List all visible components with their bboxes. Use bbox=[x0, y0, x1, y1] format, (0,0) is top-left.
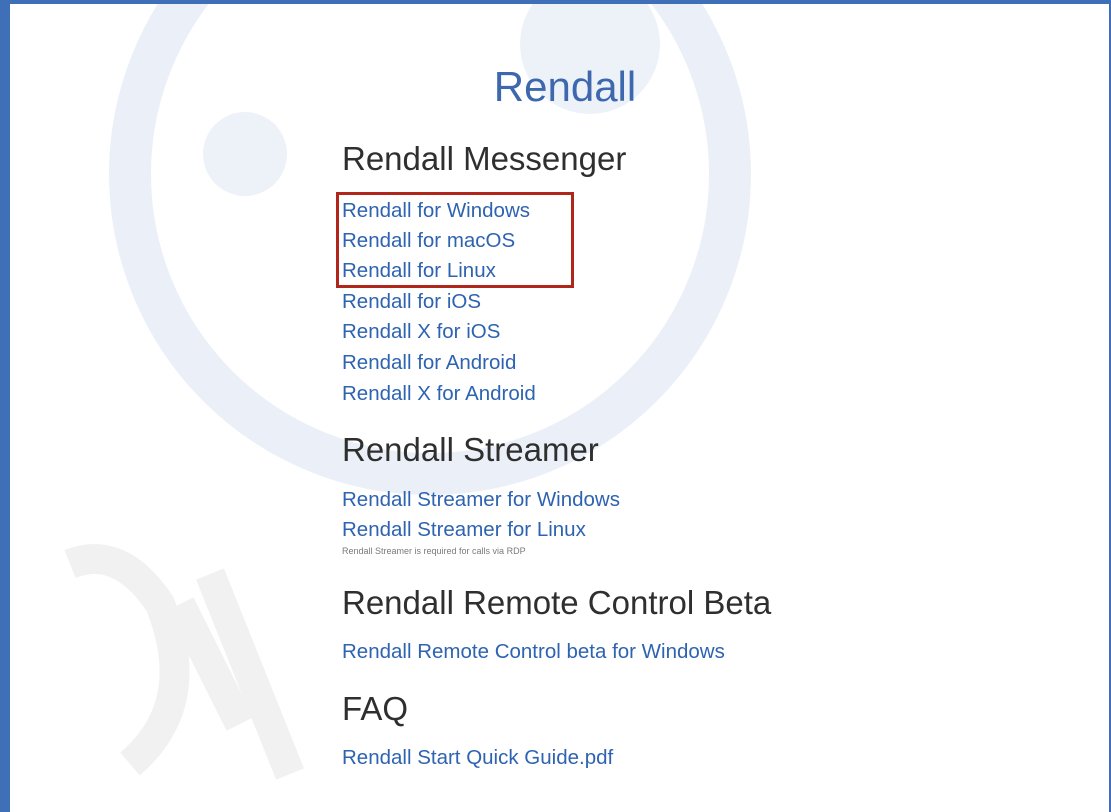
link-rendall-ios[interactable]: Rendall for iOS bbox=[342, 287, 481, 317]
link-rendall-x-android[interactable]: Rendall X for Android bbox=[342, 379, 536, 409]
link-remote-control-windows[interactable]: Rendall Remote Control beta for Windows bbox=[342, 637, 725, 667]
streamer-section-title: Rendall Streamer bbox=[342, 431, 599, 468]
site-title: Rendall bbox=[493, 63, 637, 110]
faq-section-title: FAQ bbox=[342, 690, 409, 727]
link-quick-guide-pdf[interactable]: Rendall Start Quick Guide.pdf bbox=[342, 743, 613, 773]
link-streamer-linux[interactable]: Rendall Streamer for Linux bbox=[342, 515, 586, 545]
link-rendall-linux[interactable]: Rendall for Linux bbox=[342, 256, 496, 286]
messenger-section-title: Rendall Messenger bbox=[342, 140, 627, 177]
link-rendall-macos[interactable]: Rendall for macOS bbox=[342, 226, 515, 256]
link-rendall-windows[interactable]: Rendall for Windows bbox=[342, 196, 530, 226]
watermark-logo bbox=[64, 4, 751, 780]
streamer-note: Rendall Streamer is required for calls v… bbox=[342, 546, 526, 556]
link-streamer-windows[interactable]: Rendall Streamer for Windows bbox=[342, 485, 620, 515]
link-rendall-x-ios[interactable]: Rendall X for iOS bbox=[342, 317, 500, 347]
page-frame: Rendall Rendall Messenger Rendall for Wi… bbox=[0, 0, 1111, 812]
remote-control-section-title: Rendall Remote Control Beta bbox=[342, 584, 772, 621]
link-rendall-android[interactable]: Rendall for Android bbox=[342, 348, 516, 378]
